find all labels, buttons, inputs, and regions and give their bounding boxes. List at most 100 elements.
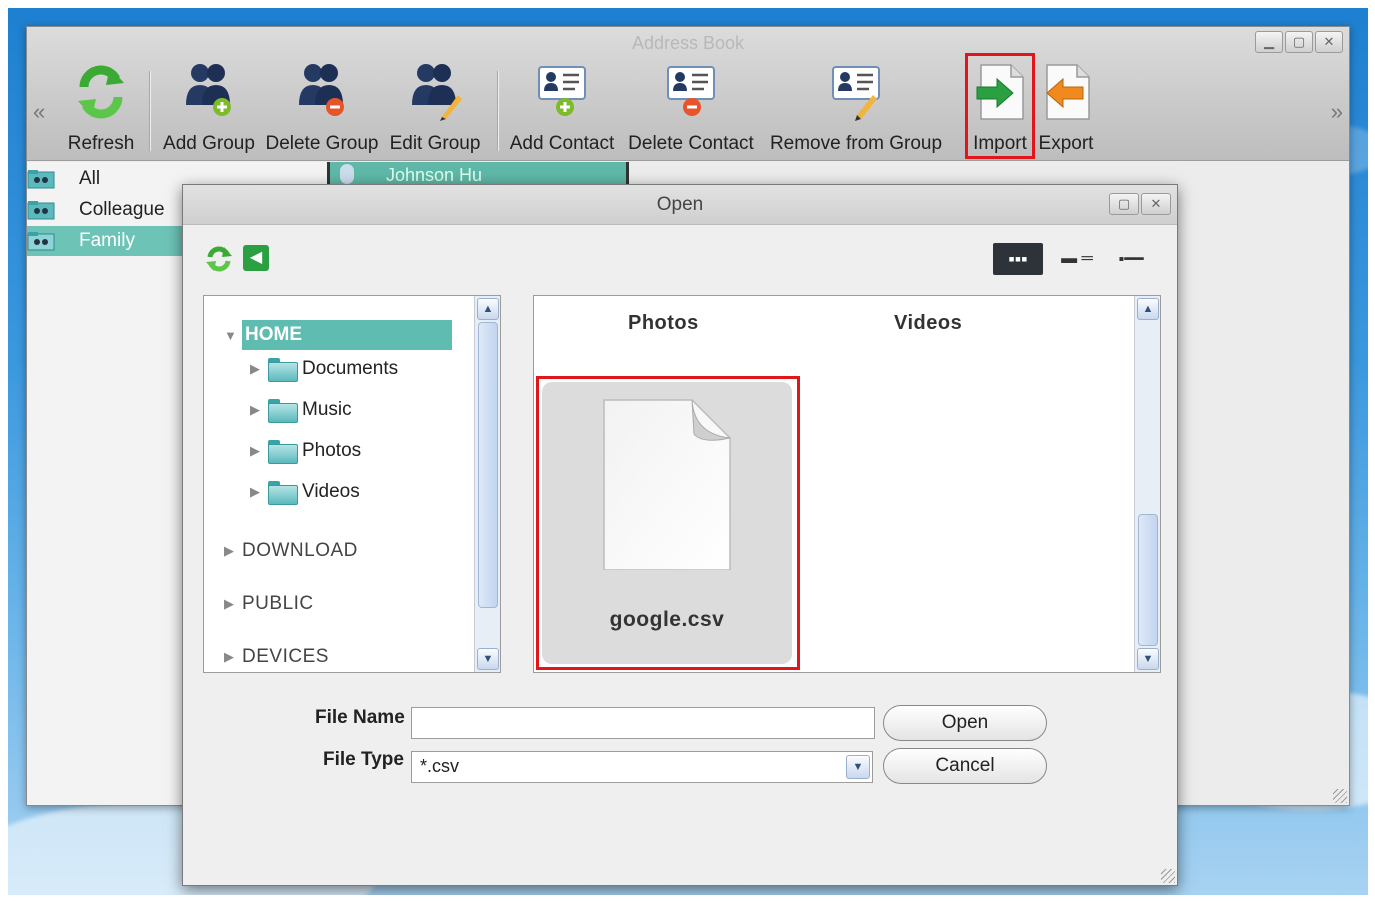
collapsed-arrow-icon: ▶ [224, 649, 234, 664]
add-group-button[interactable]: Add Group [157, 61, 261, 157]
open-dialog: Open ▢ ✕ ◀ ▪▪▪ ▬ ═ ▪━━ ▼ HOME ▶ Document… [182, 184, 1178, 886]
tree-item-music[interactable]: ▶ Music [250, 399, 352, 423]
collapsed-arrow-icon: ▶ [250, 361, 260, 376]
tree-label: Documents [302, 358, 399, 379]
back-button[interactable]: ◀ [243, 245, 269, 271]
file-type-label: File Type [323, 749, 404, 770]
add-contact-button[interactable]: Add Contact [505, 61, 619, 157]
detail-view-button[interactable]: ▪━━ [1111, 243, 1151, 275]
tree-label: HOME [242, 320, 452, 350]
file-type-dropdown-button[interactable]: ▼ [846, 755, 870, 779]
collapsed-arrow-icon: ▶ [250, 484, 260, 499]
remove-from-group-label: Remove from Group [769, 133, 943, 154]
group-item-family[interactable]: Family [27, 226, 185, 256]
export-button[interactable]: Export [1033, 61, 1099, 157]
toolbar: Address Book ▁ ▢ ✕ « » Refresh Add Group… [27, 27, 1349, 161]
selected-file-highlight-box [536, 376, 800, 670]
list-view-button[interactable]: ▬ ═ [1057, 243, 1097, 275]
open-button[interactable]: Open [883, 705, 1047, 741]
scroll-up-button[interactable]: ▲ [1137, 298, 1159, 320]
tree-item-videos[interactable]: ▶ Videos [250, 481, 360, 505]
group-item-colleague[interactable]: Colleague [27, 195, 185, 225]
folder-icon [268, 358, 298, 382]
add-contact-label: Add Contact [509, 133, 615, 154]
file-type-value: *.csv [420, 756, 460, 776]
edit-group-button[interactable]: Edit Group [383, 61, 487, 157]
tree-item-download[interactable]: ▶ DOWNLOAD [224, 540, 358, 562]
dialog-title: Open [183, 185, 1177, 225]
tree-label: PUBLIC [242, 593, 314, 614]
toolbar-separator [149, 71, 150, 151]
tree-item-devices[interactable]: ▶ DEVICES [224, 646, 329, 668]
icon-view-button[interactable]: ▪▪▪ [993, 243, 1043, 275]
chevron-up-icon: ▲ [1142, 303, 1154, 315]
tree-item-home[interactable]: ▼ HOME [224, 320, 452, 350]
collapsed-arrow-icon: ▶ [250, 443, 260, 458]
cancel-button[interactable]: Cancel [883, 748, 1047, 784]
file-item-videos[interactable]: Videos [894, 312, 962, 335]
toolbar-separator [497, 71, 498, 151]
tree-label: Music [302, 399, 352, 420]
refresh-button[interactable]: Refresh [61, 61, 141, 157]
tree-scrollbar[interactable]: ▲ ▼ [474, 296, 500, 672]
file-type-select[interactable]: *.csv ▼ [411, 751, 873, 783]
add-group-label: Add Group [163, 133, 255, 154]
delete-group-label: Delete Group [265, 133, 379, 154]
maximize-button[interactable]: ▢ [1285, 31, 1313, 53]
delete-contact-icon [667, 66, 715, 116]
scroll-thumb[interactable] [478, 322, 498, 608]
files-scrollbar[interactable]: ▲ ▼ [1134, 296, 1160, 672]
window-title: Address Book [631, 33, 745, 53]
scroll-down-button[interactable]: ▼ [477, 648, 499, 670]
dialog-maximize-button[interactable]: ▢ [1109, 193, 1139, 215]
back-arrow-icon: ◀ [249, 249, 263, 266]
dialog-resize-grip[interactable] [1161, 869, 1175, 883]
contact-avatar-icon [340, 164, 354, 184]
tree-item-documents[interactable]: ▶ Documents [250, 358, 399, 382]
refresh-label: Refresh [67, 133, 135, 154]
scroll-thumb[interactable] [1138, 514, 1158, 646]
folder-icon [268, 440, 298, 464]
refresh-icon[interactable] [205, 245, 233, 273]
scroll-up-button[interactable]: ▲ [477, 298, 499, 320]
dialog-window-controls: ▢ ✕ [1109, 193, 1171, 215]
file-name-input[interactable] [411, 707, 875, 739]
chevron-down-icon: ▼ [852, 761, 864, 773]
contact-name: Johnson Hu [386, 165, 483, 185]
tree-label: Photos [302, 440, 362, 461]
edit-group-icon [412, 64, 462, 121]
group-folder-icon [27, 170, 55, 189]
toolbar-scroll-left-button[interactable]: « [33, 99, 45, 125]
close-button[interactable]: ✕ [1315, 31, 1343, 53]
file-item-photos[interactable]: Photos [628, 312, 699, 335]
resize-grip[interactable] [1333, 789, 1347, 803]
delete-contact-button[interactable]: Delete Contact [623, 61, 759, 157]
window-controls: ▁ ▢ ✕ [1255, 31, 1343, 53]
remove-from-group-icon [832, 66, 880, 121]
chevron-down-icon: ▼ [482, 653, 494, 665]
tree-item-photos[interactable]: ▶ Photos [250, 440, 362, 464]
chevron-down-icon: ▼ [1142, 653, 1154, 665]
collapsed-arrow-icon: ▶ [224, 596, 234, 611]
tree-item-public[interactable]: ▶ PUBLIC [224, 593, 314, 615]
remove-from-group-button[interactable]: Remove from Group [761, 61, 951, 157]
minimize-button[interactable]: ▁ [1255, 31, 1283, 53]
folder-tree: ▼ HOME ▶ Documents ▶ Music ▶ Photos ▶ Vi… [203, 295, 501, 673]
refresh-icon [78, 65, 124, 119]
scroll-down-button[interactable]: ▼ [1137, 648, 1159, 670]
collapsed-arrow-icon: ▶ [250, 402, 260, 417]
delete-group-icon [299, 64, 344, 116]
tree-label: DEVICES [242, 646, 329, 667]
delete-group-button[interactable]: Delete Group [263, 61, 381, 157]
folder-icon [268, 481, 298, 505]
group-label: Colleague [79, 199, 165, 220]
toolbar-scroll-right-button[interactable]: » [1331, 99, 1343, 125]
dialog-close-button[interactable]: ✕ [1141, 193, 1171, 215]
add-contact-icon [538, 66, 586, 116]
detail-view-icon: ▪━━ [1118, 251, 1144, 268]
group-label: All [79, 168, 101, 189]
group-item-all[interactable]: All [27, 164, 185, 194]
tree-label: Videos [302, 481, 360, 502]
export-icon [1046, 64, 1090, 120]
file-name-label: File Name [315, 707, 405, 728]
